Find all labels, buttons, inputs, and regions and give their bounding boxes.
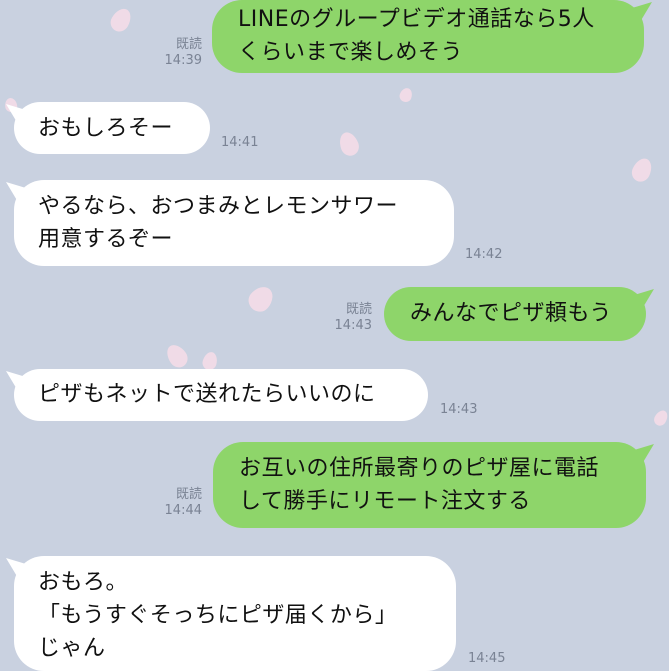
message-bubble-outgoing[interactable]: LINEのグループビデオ通話なら5人 くらいまで楽しめそう: [212, 0, 644, 73]
message-bubble-incoming[interactable]: やるなら、おつまみとレモンサワー 用意するぞー: [14, 180, 454, 266]
message-bubble-outgoing[interactable]: お互いの住所最寄りのピザ屋に電話 して勝手にリモート注文する: [213, 442, 646, 528]
timestamp: 14:41: [221, 135, 259, 150]
timestamp: 14:45: [468, 651, 506, 666]
timestamp: 14:43: [440, 402, 478, 417]
petal-decoration: [397, 86, 415, 104]
petal-decoration: [336, 129, 362, 159]
read-receipt: 既読: [175, 37, 202, 52]
message-meta: 既読 14:39: [150, 37, 202, 69]
message-bubble-incoming[interactable]: おもしろそー: [14, 102, 210, 154]
message-bubble-incoming[interactable]: ピザもネットで送れたらいいのに: [14, 369, 428, 421]
message-meta: 既読 14:43: [320, 302, 372, 334]
timestamp: 14:42: [465, 247, 503, 262]
petal-decoration: [244, 281, 278, 317]
petal-decoration: [651, 408, 669, 428]
petal-decoration: [162, 341, 192, 371]
timestamp: 14:43: [334, 318, 372, 333]
petal-decoration: [628, 155, 656, 185]
read-receipt: 既読: [175, 487, 202, 502]
message-meta: 既読 14:44: [150, 487, 202, 519]
petal-decoration: [107, 5, 135, 35]
timestamp: 14:44: [164, 503, 202, 518]
read-receipt: 既読: [345, 302, 372, 317]
message-bubble-outgoing[interactable]: みんなでピザ頼もう: [384, 287, 646, 341]
message-bubble-incoming[interactable]: おもろ。 「もうすぐそっちにピザ届くから」 じゃん: [14, 556, 456, 671]
timestamp: 14:39: [164, 53, 202, 68]
